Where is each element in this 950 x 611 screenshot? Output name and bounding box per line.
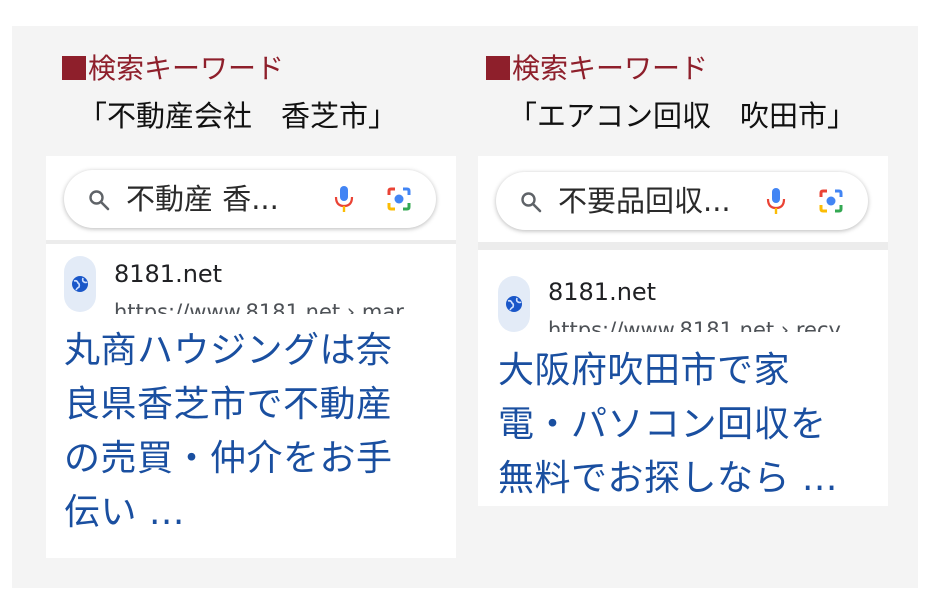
site-url[interactable]: https://www.8181.net › mar [114, 300, 414, 314]
keyword-heading-text: 検索キーワード [512, 52, 709, 85]
result-title-link[interactable]: 大阪府吹田市で家 電・パソコン回収を 無料でお探しなら ... [498, 344, 838, 506]
search-query[interactable]: 不要品回収... [558, 184, 731, 218]
result-title-line: 良県香芝市で不動産 [64, 384, 393, 425]
keyword-heading: 検索キーワード [62, 52, 284, 86]
divider [478, 242, 888, 250]
keyword-heading-text: 検索キーワード [88, 52, 285, 85]
comparison-frame: 検索キーワード 「不動産会社 香芝市」 不動産 香... 8181.net ht… [12, 26, 918, 588]
result-title-line: 大阪府吹田市で家 [498, 350, 791, 391]
search-bar[interactable]: 不要品回収... [496, 172, 868, 230]
result-title-line: の売買・仲介をお手 [64, 438, 393, 479]
search-icon [520, 191, 542, 217]
result-title-line: 電・パソコン回収を [498, 404, 827, 445]
result-title-line: 無料でお探しなら ... [498, 458, 838, 499]
mic-icon[interactable] [334, 185, 354, 217]
square-bullet-icon [486, 56, 510, 80]
search-result-card: 不動産 香... 8181.net https://www.8181.net ›… [46, 156, 456, 558]
result-title-link[interactable]: 丸商ハウジングは奈 良県香芝市で不動産 の売買・仲介をお手 伝い ... [64, 324, 393, 540]
keyword-value: 「不動産会社 香芝市」 [78, 99, 398, 133]
keyword-heading: 検索キーワード [486, 52, 708, 86]
search-bar[interactable]: 不動産 香... [64, 170, 436, 228]
site-name[interactable]: 8181.net [114, 260, 222, 288]
keyword-value: 「エアコン回収 吹田市」 [508, 99, 857, 133]
google-lens-icon[interactable] [818, 188, 844, 218]
site-url[interactable]: https://www.8181.net › recy [548, 318, 848, 332]
site-favicon [64, 256, 96, 312]
mic-icon[interactable] [766, 187, 786, 219]
divider [46, 240, 456, 244]
globe-icon [72, 276, 88, 292]
result-title-line: 伝い ... [64, 492, 185, 533]
google-lens-icon[interactable] [386, 186, 412, 216]
search-result-card: 不要品回収... 8181.net https://www.8181.net ›… [478, 156, 888, 506]
search-icon [88, 189, 110, 215]
site-favicon [498, 276, 530, 332]
square-bullet-icon [62, 56, 86, 80]
search-query[interactable]: 不動産 香... [126, 182, 279, 216]
globe-icon [506, 296, 522, 312]
result-title-line: 丸商ハウジングは奈 [64, 330, 393, 371]
site-name[interactable]: 8181.net [548, 278, 656, 306]
